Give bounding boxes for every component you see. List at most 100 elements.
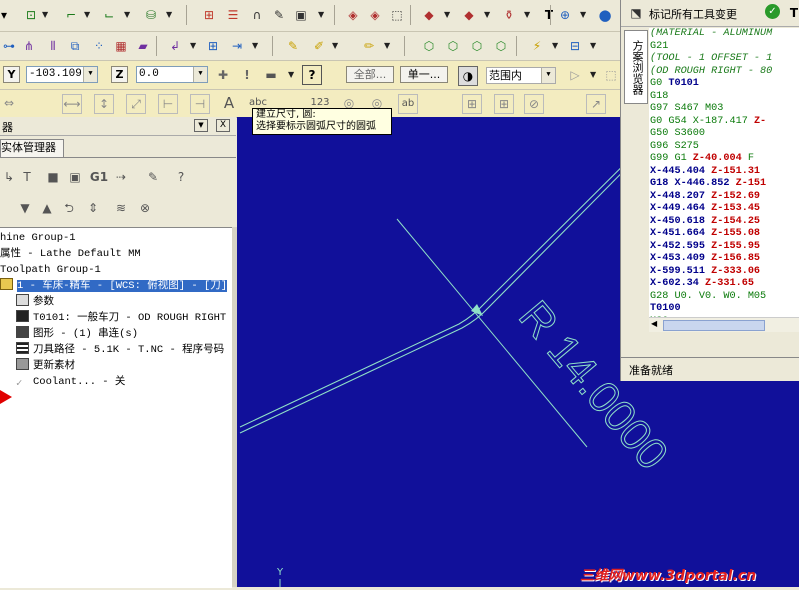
- dropdown-arrow-icon[interactable]: ▼: [484, 10, 490, 19]
- dropdown-arrow-icon[interactable]: ▾: [0, 6, 8, 24]
- y-coord-label[interactable]: Y: [3, 66, 20, 83]
- dropdown-arrow-icon[interactable]: ▼: [166, 10, 172, 19]
- cube-side-icon[interactable]: ⬡: [468, 37, 486, 55]
- code-line[interactable]: X-602.34 Z-331.65: [649, 278, 799, 291]
- scroll-icon[interactable]: ⇕: [84, 199, 102, 217]
- tree-row[interactable]: 刀具路径 - 5.1K - T.NC - 程序号码: [16, 342, 224, 358]
- cube-front-icon[interactable]: ⬡: [420, 37, 438, 55]
- dropdown-arrow-icon[interactable]: ▼: [580, 10, 586, 19]
- regenerate-dirty-icon[interactable]: ▣: [66, 168, 84, 186]
- cube-top-icon[interactable]: ⬡: [444, 37, 462, 55]
- mask-icon[interactable]: ▬: [262, 66, 280, 84]
- dim-parallel-icon[interactable]: ⤢: [126, 94, 146, 114]
- brush-icon[interactable]: ✏: [360, 37, 378, 55]
- dropdown-arrow-icon[interactable]: ▼: [318, 10, 324, 19]
- z-coord-label[interactable]: Z: [111, 66, 128, 83]
- scroll-left-icon[interactable]: ◀: [651, 319, 657, 328]
- cube-iso-icon[interactable]: ⬡: [492, 37, 510, 55]
- ab-label-icon[interactable]: ab: [398, 94, 418, 114]
- cube-edit-icon[interactable]: ▣: [292, 6, 310, 24]
- transform-icon[interactable]: ▰: [134, 37, 152, 55]
- panel-menu-button[interactable]: ▼: [194, 119, 208, 132]
- select-all-button[interactable]: 全部...: [346, 66, 394, 83]
- layer-icon[interactable]: ◆: [420, 6, 438, 24]
- sphere-icon[interactable]: ●: [596, 6, 614, 24]
- layers-icon[interactable]: ⊟: [566, 37, 584, 55]
- code-line[interactable]: (TOOL - 1 OFFSET - 1: [649, 53, 799, 66]
- select-single-button[interactable]: 单一...: [400, 66, 448, 83]
- move-icon[interactable]: ⧉: [66, 37, 84, 55]
- code-line[interactable]: X-449.464 Z-153.45: [649, 203, 799, 216]
- chevron-down-icon[interactable]: ▼: [83, 67, 97, 82]
- lock-op-icon[interactable]: ⊗: [136, 199, 154, 217]
- tree-row[interactable]: 属性 - Lathe Default MM: [0, 246, 141, 262]
- shade-icon[interactable]: ◆: [460, 6, 478, 24]
- dropdown-arrow-icon[interactable]: ▼: [332, 41, 338, 50]
- dropdown-arrow-icon[interactable]: ▼: [524, 10, 530, 19]
- code-line[interactable]: X-450.618 Z-154.25: [649, 216, 799, 229]
- dim-baseline-icon[interactable]: ⊢: [158, 94, 178, 114]
- polyline-icon[interactable]: ⌐: [62, 6, 80, 24]
- eraser-icon[interactable]: ✐: [310, 37, 328, 55]
- tree-row[interactable]: hine Group-1: [0, 230, 76, 246]
- solid-modify-icon[interactable]: ◈: [344, 6, 362, 24]
- light-icon[interactable]: ⚡: [528, 37, 546, 55]
- deselect-ops-icon[interactable]: T: [18, 168, 36, 186]
- tool-marker-icon[interactable]: ⬔: [627, 4, 645, 22]
- code-line[interactable]: G28 U0. V0. W0. M05: [649, 291, 799, 304]
- check-icon[interactable]: ✓: [765, 4, 780, 19]
- g1-button[interactable]: G1: [88, 168, 110, 186]
- code-hscrollbar[interactable]: ◀: [649, 317, 799, 332]
- pencil-icon[interactable]: ✎: [284, 37, 302, 55]
- post-icon[interactable]: ⇢: [112, 168, 130, 186]
- dim-chain-icon[interactable]: ⊣: [190, 94, 210, 114]
- window-select-icon[interactable]: ⬚: [602, 66, 620, 84]
- tree-row[interactable]: T0101: 一般车刀 - OD ROUGH RIGHT: [16, 310, 226, 326]
- tree-row[interactable]: ✓ Coolant... - 关: [16, 374, 125, 390]
- dropdown-arrow-icon[interactable]: ▼: [84, 10, 90, 19]
- code-line[interactable]: G99 G1 Z-40.004 F: [649, 153, 799, 166]
- array-icon[interactable]: ⁘: [90, 37, 108, 55]
- mark-all-tool-changes-label[interactable]: 标记所有工具变更: [649, 6, 737, 22]
- table-icon[interactable]: ⊞: [200, 6, 218, 24]
- code-line[interactable]: X-453.409 Z-156.85: [649, 253, 799, 266]
- ordinate-2-icon[interactable]: ⊞: [494, 94, 514, 114]
- lock-coord-icon[interactable]: ✚: [214, 66, 232, 84]
- code-line[interactable]: G0 T0101: [649, 78, 799, 91]
- insert-arrow-icon[interactable]: ⮌: [60, 199, 78, 217]
- code-line[interactable]: T0100: [649, 303, 799, 316]
- code-line[interactable]: G96 S275: [649, 141, 799, 154]
- regenerate-icon[interactable]: ■: [44, 168, 62, 186]
- hatch-icon[interactable]: ⊘: [524, 94, 544, 114]
- code-line[interactable]: (MATERIAL - ALUMINUM: [649, 28, 799, 41]
- z-coord-input[interactable]: 0.0 ▼: [136, 66, 208, 83]
- tree-row[interactable]: 更新素材: [16, 358, 75, 374]
- move-up-icon[interactable]: ▲: [38, 199, 56, 217]
- select-all-ops-icon[interactable]: ↳: [0, 168, 18, 186]
- scroll-thumb[interactable]: [663, 320, 765, 331]
- panel-close-button[interactable]: X: [216, 119, 230, 132]
- dim-horizontal-icon[interactable]: ⟷: [62, 94, 82, 114]
- code-line[interactable]: X-452.595 Z-155.95: [649, 241, 799, 254]
- tree-row[interactable]: 图形 - (1) 串连(s): [16, 326, 138, 342]
- tab-plan-browser[interactable]: 方案浏览器: [624, 30, 648, 104]
- dropdown-arrow-icon[interactable]: ▼: [590, 70, 596, 79]
- arrow-select-icon[interactable]: ▷: [566, 66, 584, 84]
- y-coord-input[interactable]: -103.109 ▼: [26, 66, 98, 83]
- code-line[interactable]: X-599.511 Z-333.06: [649, 266, 799, 279]
- range-select[interactable]: 范围内 ▼: [486, 67, 556, 84]
- code-line[interactable]: X-448.207 Z-152.69: [649, 191, 799, 204]
- trim-icon[interactable]: ↲: [166, 37, 184, 55]
- nc-code-view[interactable]: (MATERIAL - ALUMINUM G21 (TOOL - 1 OFFSET …: [649, 28, 799, 317]
- move-down-icon[interactable]: ▼: [16, 199, 34, 217]
- mirror-icon[interactable]: ⫴: [44, 37, 62, 55]
- list-icon[interactable]: ☰: [224, 6, 242, 24]
- dropdown-arrow-icon[interactable]: ▼: [42, 10, 48, 19]
- offset-icon[interactable]: ⊞: [204, 37, 222, 55]
- dropdown-arrow-icon[interactable]: ▼: [444, 10, 450, 19]
- code-line[interactable]: G0 G54 X-187.417 Z-: [649, 116, 799, 129]
- dim-vertical-icon[interactable]: ↕: [94, 94, 114, 114]
- dropdown-arrow-icon[interactable]: ▼: [384, 41, 390, 50]
- note-text-icon[interactable]: A: [220, 94, 238, 112]
- globe-icon[interactable]: ⊕: [556, 6, 574, 24]
